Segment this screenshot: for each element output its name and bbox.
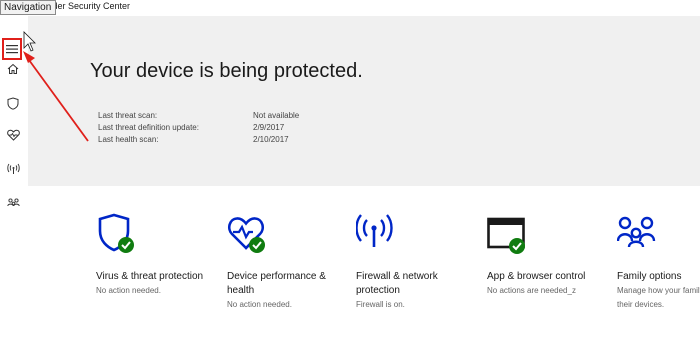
card-title: Device performance & health [227, 271, 326, 296]
nav-home-button[interactable] [4, 60, 22, 78]
nav-network-button[interactable] [4, 160, 22, 178]
scan-row: Last threat definition update: 2/9/2017 [98, 123, 284, 132]
browser-window-icon [487, 217, 525, 254]
nav-family-button[interactable] [4, 194, 22, 212]
sidebar [0, 16, 28, 337]
people-icon [617, 216, 656, 248]
scan-row: Last threat scan: Not available [98, 111, 299, 120]
card-app-browser-control[interactable]: App & browser control No actions are nee… [487, 213, 605, 333]
nav-shield-button[interactable] [4, 94, 22, 112]
shield-check-icon [98, 213, 134, 253]
card-title: Firewall & network protection [356, 271, 438, 296]
card-family-options[interactable]: Family options Manage how your family us… [617, 213, 700, 333]
hamburger-menu-icon [6, 45, 18, 54]
navigation-tooltip: Navigation [0, 0, 57, 15]
card-status: Manage how your family uses their device… [617, 286, 700, 309]
scan-value: 2/10/2017 [253, 135, 289, 144]
scan-row: Last health scan: 2/10/2017 [98, 135, 289, 144]
antenna-icon [356, 214, 393, 247]
card-status: No action needed. [227, 300, 292, 309]
card-title: App & browser control [487, 271, 586, 282]
heart-pulse-icon [6, 129, 20, 141]
home-icon [7, 63, 19, 74]
card-device-performance-health[interactable]: Device performance & health No action ne… [227, 213, 345, 333]
page-title: Your device is being protected. [90, 60, 363, 82]
scan-value: 2/9/2017 [253, 123, 285, 132]
heart-check-icon [227, 217, 265, 253]
card-status: No actions are needed_z [487, 286, 576, 295]
card-status: Firewall is on. [356, 300, 405, 309]
scan-label: Last threat scan: [98, 111, 158, 120]
title-bar: fender Security Center [0, 0, 700, 16]
scan-label: Last health scan: [98, 135, 159, 144]
status-hero: Your device is being protected. Last thr… [28, 16, 700, 186]
card-virus-threat-protection[interactable]: Virus & threat protection No action need… [96, 213, 214, 333]
shield-icon [7, 96, 19, 110]
card-title: Family options [617, 271, 682, 282]
nav-health-button[interactable] [4, 126, 22, 144]
scan-value: Not available [253, 111, 300, 120]
card-firewall-network-protection[interactable]: Firewall & network protection Firewall i… [356, 213, 474, 333]
wireless-antenna-icon [6, 163, 20, 174]
family-icon [6, 198, 20, 207]
card-title: Virus & threat protection [96, 271, 204, 282]
hamburger-menu-button[interactable] [2, 38, 22, 60]
card-status: No action needed. [96, 286, 161, 295]
scan-label: Last threat definition update: [98, 123, 199, 132]
